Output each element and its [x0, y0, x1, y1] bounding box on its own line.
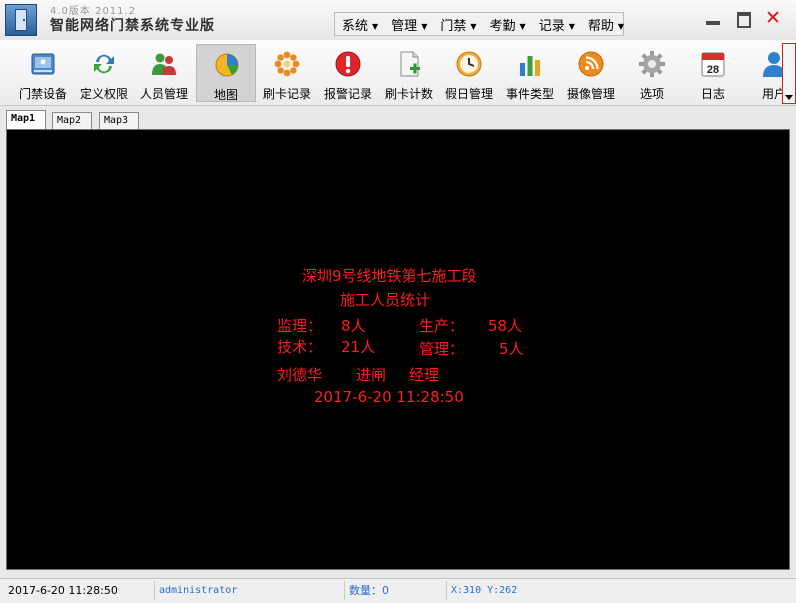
toolbar: 门禁设备 定义权限 人员管理 地图 刷卡记录 报警记录 刷卡计数 假日管理 事件… — [0, 40, 796, 106]
toolbar-label: 事件类型 — [505, 87, 554, 101]
stats-heading: 施工人员统计 — [340, 291, 431, 309]
toolbar-label: 定义权限 — [79, 87, 128, 101]
alarm-icon — [335, 51, 361, 77]
toolbar-label: 日志 — [700, 87, 725, 101]
person-role: 经理 — [409, 366, 440, 384]
toolbar-label: 地图 — [213, 88, 238, 102]
menu-system[interactable]: 系统 ▼ — [335, 15, 384, 34]
close-button[interactable]: ✕ — [764, 9, 782, 28]
menu-bar: 系统 ▼ 管理 ▼ 门禁 ▼ 考勤 ▼ 记录 ▼ 帮助 ▼ — [334, 12, 624, 36]
toolbar-log-button[interactable]: 28 日志 — [683, 44, 743, 102]
person-name: 刘德华 — [277, 366, 323, 384]
toolbar-label: 门禁设备 — [18, 87, 67, 101]
calendar-icon: 28 — [701, 52, 725, 77]
map-tab-strip: Map1 Map2 Map3 — [0, 108, 796, 130]
status-user: administrator — [154, 581, 344, 600]
toolbar-people-button[interactable]: 人员管理 — [134, 44, 194, 102]
technical-label: 技术： — [277, 338, 323, 356]
menu-help[interactable]: 帮助 ▼ — [581, 15, 630, 34]
people-icon — [152, 53, 176, 75]
gear-icon — [639, 51, 665, 77]
toolbar-label: 摄像管理 — [566, 87, 615, 101]
toolbar-event-type-button[interactable]: 事件类型 — [500, 44, 560, 102]
status-coords: X:310 Y:262 — [446, 581, 646, 600]
menu-records[interactable]: 记录 ▼ — [532, 15, 581, 34]
map-canvas[interactable]: 深圳9号线地铁第七施工段 施工人员统计 监理： 8人 生产： 58人 技术： 2… — [6, 129, 790, 570]
minimize-button[interactable] — [704, 11, 722, 27]
tab-map1[interactable]: Map1 — [6, 110, 47, 130]
toolbar-label: 刷卡计数 — [384, 87, 433, 101]
management-label: 管理： — [419, 340, 465, 358]
chevron-down-icon: ▼ — [372, 21, 379, 31]
toolbar-map-button[interactable]: 地图 — [196, 44, 256, 102]
camera-feed-icon — [578, 51, 604, 77]
toolbar-label: 报警记录 — [323, 87, 372, 101]
permission-arrows-icon — [94, 54, 114, 74]
bar-chart-icon — [520, 56, 540, 76]
card-count-icon — [400, 51, 420, 77]
toolbar-camera-button[interactable]: 摄像管理 — [561, 44, 621, 102]
app-title: 智能网络门禁系统专业版 — [50, 18, 215, 34]
toolbar-label: 刷卡记录 — [262, 87, 311, 101]
arrow-down-icon — [785, 95, 793, 100]
chevron-down-icon: ▼ — [421, 21, 428, 31]
menu-attendance[interactable]: 考勤 ▼ — [483, 15, 532, 34]
status-count: 数量：0 — [344, 581, 446, 600]
site-title: 深圳9号线地铁第七施工段 — [302, 267, 477, 285]
technical-value: 21人 — [341, 338, 376, 356]
toolbar-door-device-button[interactable]: 门禁设备 — [13, 44, 73, 102]
map-pie-icon — [215, 53, 239, 77]
toolbar-label: 假日管理 — [444, 87, 493, 101]
chevron-down-icon: ▼ — [519, 21, 526, 31]
supervision-label: 监理： — [277, 317, 323, 335]
card-record-icon — [274, 51, 300, 77]
clock-icon — [456, 51, 482, 77]
gate-event: 进闸 — [356, 366, 387, 384]
door-device-icon — [31, 53, 55, 75]
management-value: 5人 — [499, 340, 524, 358]
chevron-down-icon: ▼ — [568, 21, 575, 31]
toolbar-permission-button[interactable]: 定义权限 — [74, 44, 134, 102]
toolbar-label: 选项 — [639, 87, 664, 101]
menu-manage[interactable]: 管理 ▼ — [384, 15, 433, 34]
title-bar: 4.0版本 2011.2 智能网络门禁系统专业版 系统 ▼ 管理 ▼ 门禁 ▼ 考勤 ▼… — [0, 0, 796, 40]
toolbar-card-record-button[interactable]: 刷卡记录 — [257, 44, 317, 102]
status-datetime: 2017-6-20 11:28:50 — [8, 584, 118, 597]
toolbar-options-button[interactable]: 选项 — [622, 44, 682, 102]
status-bar: 2017-6-20 11:28:50 administrator 数量：0 X:… — [0, 578, 796, 603]
supervision-value: 8人 — [341, 317, 366, 335]
maximize-button[interactable] — [735, 11, 753, 28]
production-value: 58人 — [488, 317, 523, 335]
svg-text:28: 28 — [707, 64, 719, 76]
menu-access[interactable]: 门禁 ▼ — [433, 15, 482, 34]
app-logo-icon — [5, 4, 37, 36]
toolbar-label: 人员管理 — [139, 87, 188, 101]
tab-map3[interactable]: Map3 — [99, 112, 140, 129]
toolbar-holiday-button[interactable]: 假日管理 — [439, 44, 499, 102]
production-label: 生产： — [419, 317, 465, 335]
event-timestamp: 2017-6-20 11:28:50 — [314, 388, 464, 406]
toolbar-card-count-button[interactable]: 刷卡计数 — [379, 44, 439, 102]
chevron-down-icon: ▼ — [617, 21, 625, 31]
toolbar-scroll-button[interactable] — [782, 43, 796, 104]
tab-map2[interactable]: Map2 — [52, 112, 93, 129]
chevron-down-icon: ▼ — [470, 21, 477, 31]
toolbar-alarm-button[interactable]: 报警记录 — [318, 44, 378, 102]
